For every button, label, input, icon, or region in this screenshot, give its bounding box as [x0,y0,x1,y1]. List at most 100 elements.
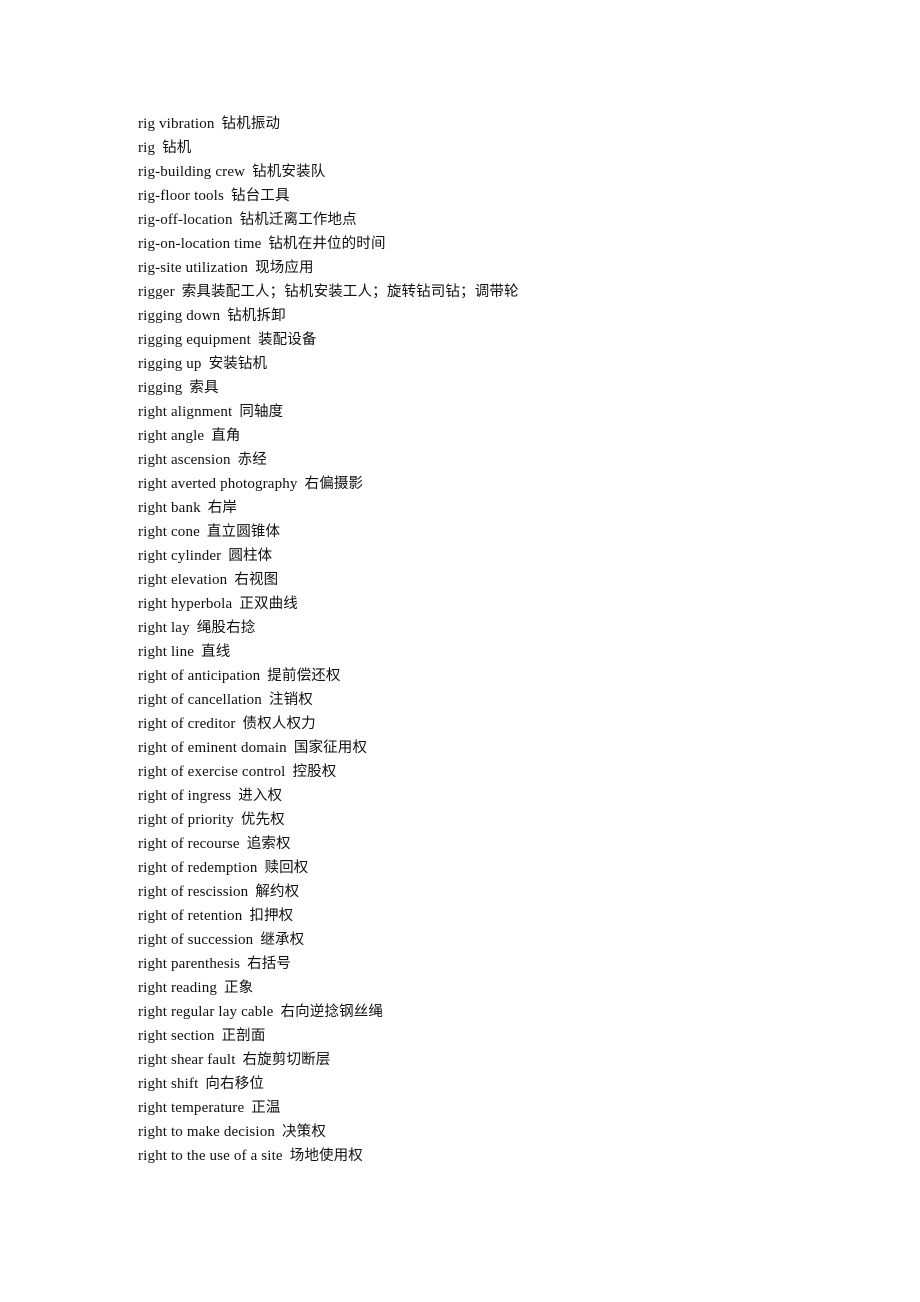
glossary-entry: right to the use of a site 场地使用权 [138,1144,838,1168]
entry-gloss: 钻机振动 [221,116,281,132]
entry-gloss: 正双曲线 [239,596,298,612]
entry-term: right cylinder [138,548,222,564]
entry-term: rig vibration [138,116,215,132]
entry-term: rig [138,140,156,156]
entry-term: right of recourse [138,836,240,852]
entry-term: right elevation [138,572,228,588]
entry-term: right of redemption [138,860,258,876]
entry-gloss: 直立圆锥体 [206,524,281,540]
glossary-entry: right of anticipation 提前偿还权 [138,664,838,688]
entry-term: right of eminent domain [138,740,287,756]
entry-term: right of exercise control [138,764,286,780]
entry-gloss: 国家征用权 [293,740,368,756]
glossary-entry: rig 钻机 [138,136,838,160]
entry-gloss: 右岸 [207,500,238,516]
entry-gloss: 直角 [211,428,241,444]
entry-term: right temperature [138,1100,245,1116]
entry-gloss: 右括号 [247,956,292,972]
entry-term: right of retention [138,908,243,924]
entry-term: rigging up [138,356,202,372]
glossary-entry: right to make decision 决策权 [138,1120,838,1144]
glossary-entry: right shear fault 右旋剪切断层 [138,1048,838,1072]
glossary-entry: right shift 向右移位 [138,1072,838,1096]
entry-gloss: 债权人权力 [242,716,316,732]
entry-term: right of priority [138,812,234,828]
entry-term: right angle [138,428,205,444]
glossary-entry: right alignment 同轴度 [138,400,838,424]
entry-gloss: 提前偿还权 [267,668,341,684]
glossary-entry: right elevation 右视图 [138,568,838,592]
entry-gloss: 右视图 [234,572,279,588]
entry-gloss: 右旋剪切断层 [242,1052,331,1068]
glossary-entry: right cone 直立圆锥体 [138,520,838,544]
glossary-entry: right of rescission 解约权 [138,880,838,904]
entry-term: right reading [138,980,218,996]
glossary-entry: right line 直线 [138,640,838,664]
glossary-entry: rigging 索具 [138,376,838,400]
glossary-entry-list: rig vibration 钻机振动 rig 钻机 rig-building crew 钻… [138,112,838,1168]
glossary-entry: right averted photography 右偏摄影 [138,472,838,496]
glossary-entry: rigging down 钻机拆卸 [138,304,838,328]
glossary-entry: right of retention 扣押权 [138,904,838,928]
entry-term: right hyperbola [138,596,233,612]
entry-term: right shift [138,1076,199,1092]
entry-term: rigging down [138,308,221,324]
glossary-entry: right angle 直角 [138,424,838,448]
glossary-entry: rig-building crew 钻机安装队 [138,160,838,184]
entry-gloss: 钻机安装队 [252,164,326,180]
glossary-entry: right of creditor 债权人权力 [138,712,838,736]
entry-gloss: 向右移位 [205,1076,265,1092]
glossary-entry: right cylinder 圆柱体 [138,544,838,568]
glossary-entry: right of recourse 追索权 [138,832,838,856]
glossary-entry: right of ingress 进入权 [138,784,838,808]
entry-term: right lay [138,620,190,636]
entry-gloss: 解约权 [255,884,300,900]
glossary-entry: rig-off-location 钻机迁离工作地点 [138,208,838,232]
entry-gloss: 钻机拆卸 [227,308,286,324]
entry-term: right regular lay cable [138,1004,274,1020]
glossary-entry: right of priority 优先权 [138,808,838,832]
entry-gloss: 钻台工具 [231,188,290,204]
glossary-entry: rigging equipment 装配设备 [138,328,838,352]
glossary-entry: rigger 索具装配工人；钻机安装工人；旋转钻司钻；调带轮 [138,280,838,304]
entry-gloss: 直线 [201,644,231,660]
entry-gloss: 钻机 [162,140,192,156]
entry-gloss: 正象 [224,980,254,996]
glossary-entry: right bank 右岸 [138,496,838,520]
entry-term: right alignment [138,404,233,420]
entry-term: right parenthesis [138,956,241,972]
entry-term: right averted photography [138,476,298,492]
entry-term: right of ingress [138,788,232,804]
entry-gloss: 装配设备 [257,332,317,348]
entry-gloss: 进入权 [238,788,283,804]
entry-gloss: 赎回权 [264,860,309,876]
entry-term: rig-building crew [138,164,246,180]
glossary-entry: right regular lay cable 右向逆捻钢丝绳 [138,1000,838,1024]
glossary-entry: rig-floor tools 钻台工具 [138,184,838,208]
entry-gloss: 右偏摄影 [304,476,364,492]
entry-gloss: 追索权 [246,836,291,852]
entry-term: right of cancellation [138,692,262,708]
glossary-entry: right temperature 正温 [138,1096,838,1120]
glossary-entry: rig vibration 钻机振动 [138,112,838,136]
document-page: rig vibration 钻机振动 rig 钻机 rig-building crew 钻… [0,0,920,1302]
entry-gloss: 正温 [251,1100,281,1116]
entry-gloss: 注销权 [268,692,313,708]
entry-term: rig-floor tools [138,188,224,204]
entry-term: rig-off-location [138,212,233,228]
entry-term: right of succession [138,932,254,948]
entry-gloss: 决策权 [282,1124,326,1140]
entry-gloss: 钻机在井位的时间 [268,236,386,252]
glossary-entry: right of succession 继承权 [138,928,838,952]
entry-gloss: 同轴度 [239,404,284,420]
entry-gloss: 继承权 [260,932,305,948]
entry-gloss: 钻机迁离工作地点 [239,212,357,228]
entry-gloss: 控股权 [292,764,337,780]
glossary-entry: right ascension 赤经 [138,448,838,472]
entry-gloss: 赤经 [237,452,267,468]
entry-term: rigging equipment [138,332,251,348]
glossary-entry: right of cancellation 注销权 [138,688,838,712]
entry-term: right ascension [138,452,231,468]
entry-gloss: 索具装配工人；钻机安装工人；旋转钻司钻；调带轮 [181,284,519,300]
entry-term: right of creditor [138,716,236,732]
